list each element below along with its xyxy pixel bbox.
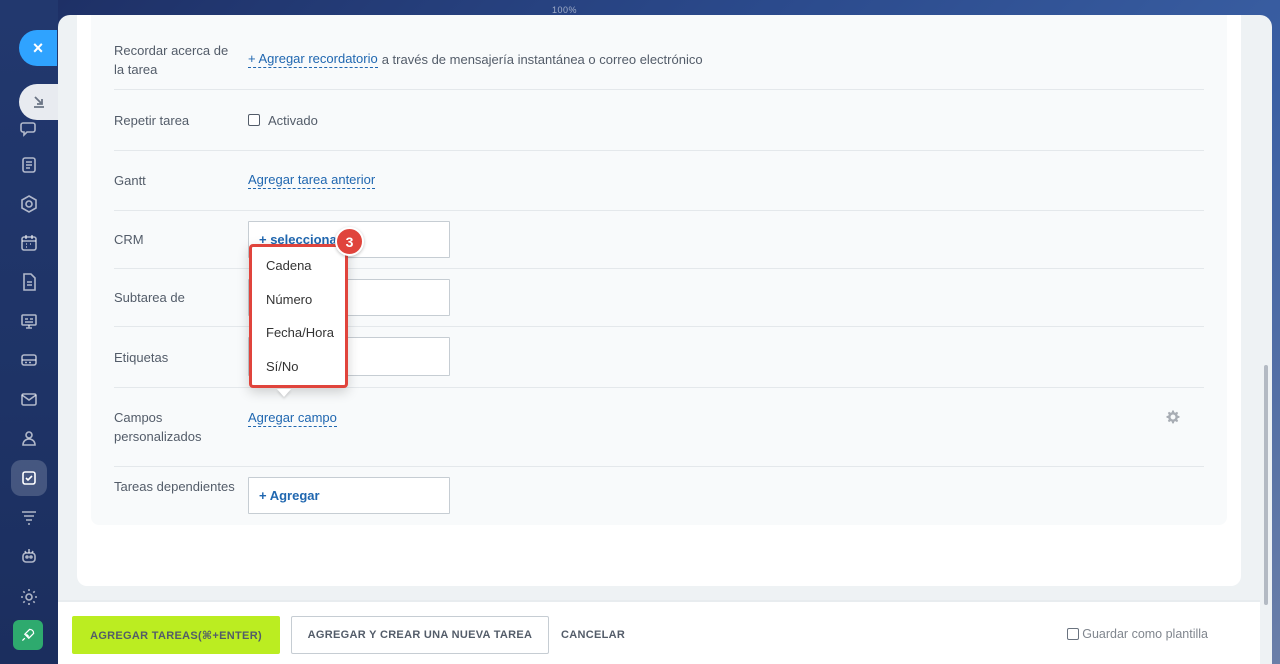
calendar-icon[interactable] xyxy=(11,225,47,261)
contacts-icon[interactable] xyxy=(11,420,47,456)
gantt-row: Gantt Agregar tarea anterior xyxy=(114,151,1204,211)
menu-item-datetime[interactable]: Fecha/Hora xyxy=(266,325,334,340)
minimize-icon xyxy=(34,96,44,108)
settings-icon[interactable] xyxy=(11,579,47,615)
add-reminder-link[interactable]: + Agregar recordatorio xyxy=(248,51,378,68)
menu-item-boolean[interactable]: Sí/No xyxy=(266,359,299,374)
add-dependent-task-button[interactable]: + Agregar xyxy=(248,477,450,514)
task-slider-panel: Recordar acerca de la tarea + Agregar re… xyxy=(58,15,1272,664)
documents-icon[interactable] xyxy=(11,264,47,300)
left-sidebar: × xyxy=(0,0,59,664)
tags-label: Etiquetas xyxy=(114,349,169,365)
robot-icon[interactable] xyxy=(11,538,47,574)
field-type-menu: Cadena Número Fecha/Hora Sí/No xyxy=(249,244,348,388)
repeat-label: Repetir tarea xyxy=(114,112,190,128)
feed-icon[interactable] xyxy=(11,147,47,183)
add-and-create-new-button[interactable]: AGREGAR Y CREAR UNA NUEVA TAREA xyxy=(291,616,549,654)
dependent-tasks-label: Tareas dependientes xyxy=(114,479,235,494)
rocket-icon[interactable] xyxy=(13,620,43,650)
reminder-suffix: a través de mensajería instantánea o cor… xyxy=(381,52,703,67)
zoom-indicator: 100% xyxy=(552,5,578,15)
save-as-template[interactable]: Guardar como plantilla xyxy=(1067,627,1208,641)
workgroups-icon[interactable] xyxy=(11,186,47,222)
save-template-label[interactable]: Guardar como plantilla xyxy=(1082,627,1208,641)
custom-fields-label: Campos personalizados xyxy=(114,410,202,444)
reminder-row: Recordar acerca de la tarea + Agregar re… xyxy=(114,30,1204,90)
repeat-checkbox-label[interactable]: Activado xyxy=(268,113,318,128)
custom-fields-settings-button[interactable] xyxy=(1166,410,1180,429)
add-field-link[interactable]: Agregar campo xyxy=(248,410,337,427)
mail-icon[interactable] xyxy=(11,381,47,417)
step-badge: 3 xyxy=(335,227,364,256)
add-previous-task-link[interactable]: Agregar tarea anterior xyxy=(248,172,376,189)
boards-icon[interactable] xyxy=(11,303,47,339)
subtask-label: Subtarea de xyxy=(114,290,185,305)
dependent-tasks-row: Tareas dependientes + Agregar xyxy=(114,467,1204,525)
crm-label: CRM xyxy=(114,232,144,247)
menu-pointer xyxy=(277,389,291,397)
chat-icon[interactable] xyxy=(11,110,47,146)
add-tasks-button[interactable]: AGREGAR TAREAS(⌘+ENTER) xyxy=(72,616,280,654)
repeat-checkbox[interactable] xyxy=(248,114,260,126)
menu-item-number[interactable]: Número xyxy=(266,292,312,307)
drive-icon[interactable] xyxy=(11,342,47,378)
close-icon: × xyxy=(32,37,44,58)
menu-item-string[interactable]: Cadena xyxy=(266,258,312,273)
form-footer: AGREGAR TAREAS(⌘+ENTER) AGREGAR Y CREAR … xyxy=(58,600,1260,664)
save-template-checkbox[interactable] xyxy=(1067,628,1080,640)
tasks-icon[interactable] xyxy=(11,460,47,496)
reminder-label: Recordar acerca de la tarea xyxy=(114,42,229,77)
filter-icon[interactable] xyxy=(11,499,47,535)
custom-fields-row: Campos personalizados Agregar campo xyxy=(114,388,1204,467)
add-dependent-task-label: + Agregar xyxy=(259,488,320,503)
gear-icon xyxy=(1166,410,1180,424)
panel-scrollbar[interactable] xyxy=(1264,365,1268,605)
close-slider-button[interactable]: × xyxy=(19,30,57,66)
gantt-label: Gantt xyxy=(114,173,146,188)
cancel-button[interactable]: CANCELAR xyxy=(561,629,625,641)
repeat-row: Repetir tarea Activado xyxy=(114,90,1204,151)
